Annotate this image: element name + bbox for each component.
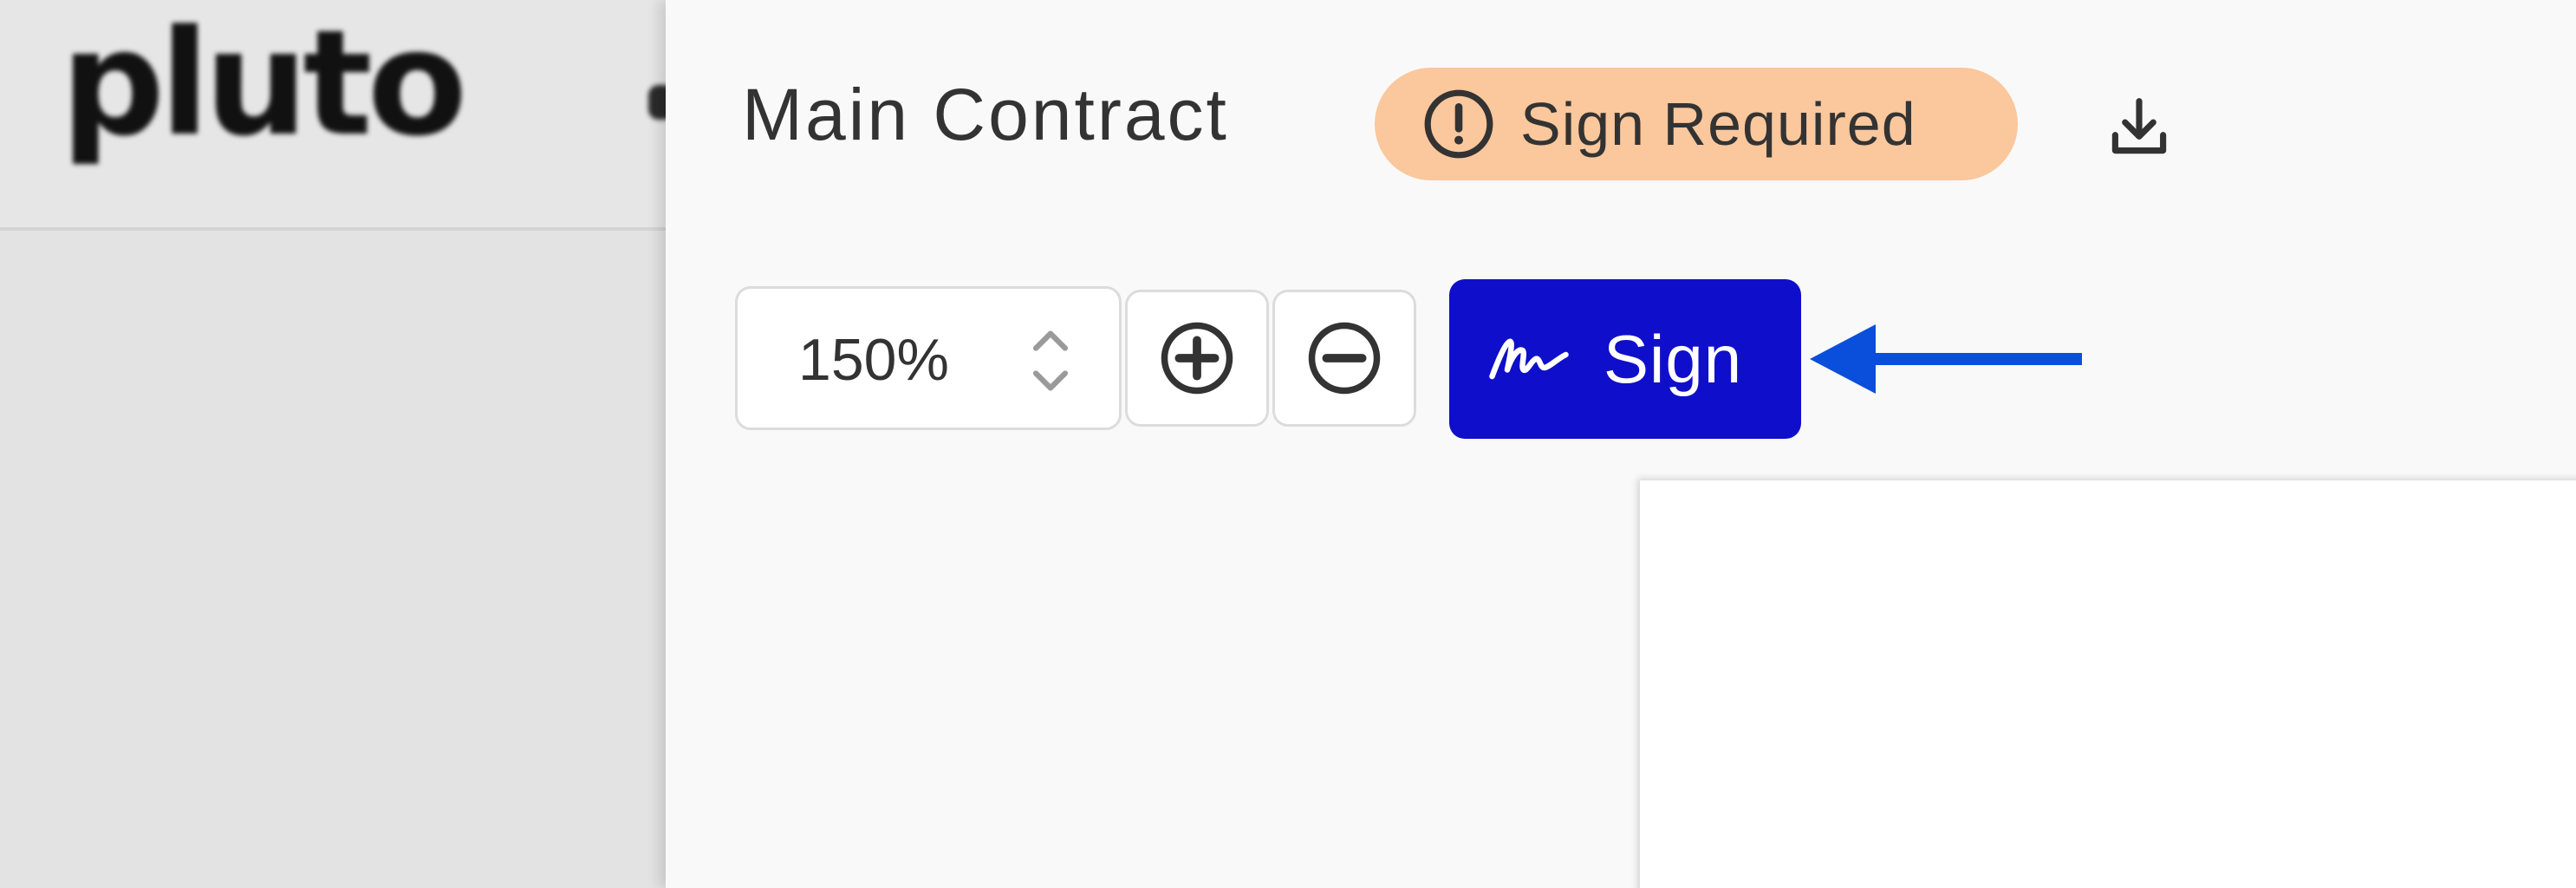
annotation-arrow [1810,324,2082,394]
download-icon [2111,98,2167,154]
sidebar-header: pluto [0,0,666,231]
zoom-in-button[interactable] [1125,290,1269,427]
sign-button[interactable]: Sign [1449,279,1801,439]
document-title: Main Contract [742,74,1229,155]
signature-icon [1489,338,1569,380]
download-button[interactable] [2098,85,2181,168]
document-panel: Main Contract Sign Required 150% Sign [666,0,2576,888]
zoom-out-button[interactable] [1272,290,1416,427]
logo-text: pluto [61,0,467,168]
plus-circle-icon [1161,322,1233,395]
exclamation-circle-icon [1424,89,1493,159]
status-badge-label: Sign Required [1520,90,1916,158]
sign-button-label: Sign [1603,320,1743,397]
chevron-up-down-icon[interactable] [1029,325,1072,396]
document-page[interactable] [1640,480,2576,888]
screen: pluto Main Contract Sign Required 150% S… [0,0,2576,888]
zoom-select[interactable]: 150% [735,286,1122,430]
app-logo[interactable]: pluto [61,10,485,193]
zoom-value: 150% [798,327,949,393]
minus-circle-icon [1308,322,1381,395]
status-badge: Sign Required [1375,68,2018,180]
